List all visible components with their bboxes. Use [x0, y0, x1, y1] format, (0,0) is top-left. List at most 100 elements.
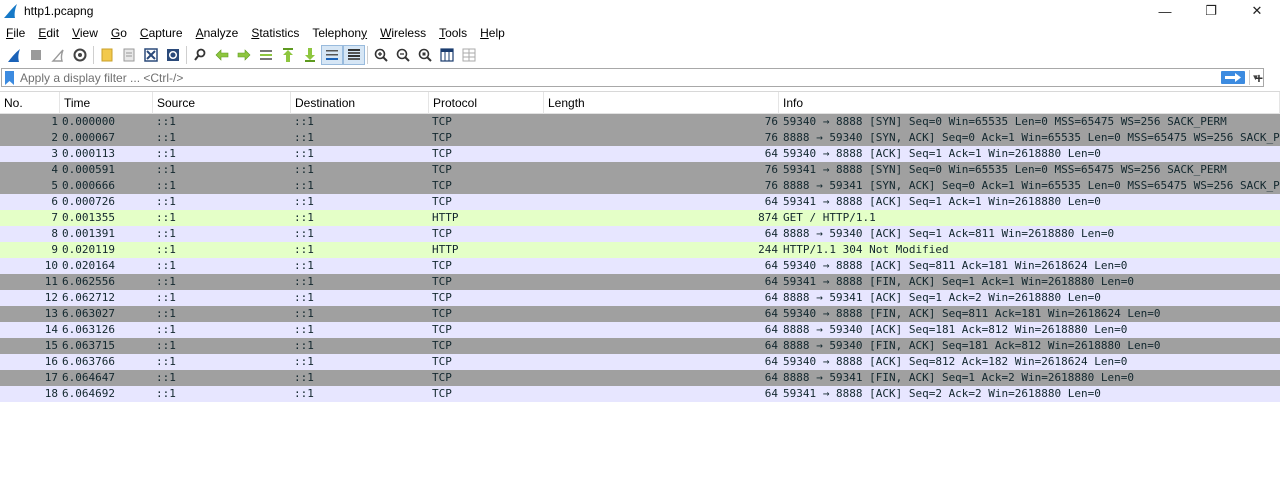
column-header-no[interactable]: No. — [0, 92, 60, 114]
layout-panes-button[interactable] — [458, 45, 480, 65]
packet-source-cell: ::1 — [156, 211, 176, 224]
go-back-button[interactable] — [211, 45, 233, 65]
restart-capture-button[interactable] — [47, 45, 69, 65]
packet-row[interactable]: 3 0.000113::1::1 TCP 64 59340 → 8888 [ACK] S… — [0, 146, 1280, 162]
packet-row[interactable]: 6 0.000726::1::1 TCP 64 59341 → 8888 [ACK] S… — [0, 194, 1280, 210]
apply-filter-button[interactable] — [1221, 71, 1245, 84]
packet-source-cell: ::1 — [156, 323, 176, 336]
packet-info-cell: 8888 → 59340 [ACK] Seq=1 Ack=811 Win=261… — [783, 227, 1115, 240]
toolbar-separator — [93, 46, 94, 64]
plus-icon: + — [1254, 69, 1264, 86]
packet-no-cell: 1 — [51, 115, 58, 128]
packet-row[interactable]: 16 6.063766::1::1 TCP 64 59340 → 8888 [ACK] … — [0, 354, 1280, 370]
zoom-in-button[interactable] — [370, 45, 392, 65]
menu-item[interactable]: Wireless — [373, 26, 432, 40]
resize-columns-button[interactable] — [436, 45, 458, 65]
close-file-button[interactable] — [140, 45, 162, 65]
packet-no-cell: 17 — [44, 371, 58, 384]
packet-row[interactable]: 18 6.064692::1::1 TCP 64 59341 → 8888 [ACK] … — [0, 386, 1280, 402]
find-packet-button[interactable] — [189, 45, 211, 65]
open-file-button[interactable] — [96, 45, 118, 65]
save-file-button[interactable] — [118, 45, 140, 65]
packet-destination-cell: ::1 — [294, 163, 314, 176]
zoom-in-icon — [374, 48, 388, 62]
packet-length-cell: 64 — [764, 291, 778, 304]
menu-item[interactable]: View — [65, 26, 104, 40]
menu-item[interactable]: Tools — [432, 26, 473, 40]
zoom-reset-icon — [418, 48, 432, 62]
zoom-out-icon — [396, 48, 410, 62]
packet-time-cell: 0.000067 — [62, 131, 115, 144]
packet-destination-cell: ::1 — [294, 259, 314, 272]
display-filter-input[interactable] — [16, 69, 1221, 86]
packet-protocol-cell: TCP — [432, 307, 452, 320]
go-forward-button[interactable] — [233, 45, 255, 65]
window-title: http1.pcapng — [24, 4, 94, 18]
column-header-time[interactable]: Time — [60, 92, 153, 114]
bookmark-icon — [4, 70, 14, 85]
first-packet-button[interactable] — [277, 45, 299, 65]
column-header-protocol[interactable]: Protocol — [429, 92, 544, 114]
packet-info-cell: 59341 → 8888 [ACK] Seq=1 Ack=1 Win=26188… — [783, 195, 1101, 208]
packet-row[interactable]: 12 6.062712::1::1 TCP 64 8888 → 59341 [ACK] … — [0, 290, 1280, 306]
menu-item[interactable]: Capture — [133, 26, 189, 40]
packet-row[interactable]: 1 0.000000::1::1 TCP 76 59340 → 8888 [SYN] S… — [0, 114, 1280, 130]
reload-file-button[interactable] — [162, 45, 184, 65]
packet-source-cell: ::1 — [156, 163, 176, 176]
menu-item-label: ireless — [391, 25, 427, 40]
menu-item[interactable]: Edit — [31, 26, 65, 40]
packet-no-cell: 4 — [51, 163, 58, 176]
column-header-destination[interactable]: Destination — [291, 92, 429, 114]
packet-row[interactable]: 15 6.063715::1::1 TCP 64 8888 → 59340 [FIN, … — [0, 338, 1280, 354]
column-header-source[interactable]: Source — [153, 92, 291, 114]
packet-list[interactable]: No. Time Source Destination Protocol Len… — [0, 91, 1280, 502]
packet-no-cell: 16 — [44, 355, 58, 368]
packet-destination-cell: ::1 — [294, 307, 314, 320]
packet-info-cell: 8888 → 59341 [SYN, ACK] Seq=0 Ack=1 Win=… — [783, 179, 1280, 192]
capture-options-button[interactable] — [69, 45, 91, 65]
stop-capture-button[interactable] — [25, 45, 47, 65]
menu-item[interactable]: Statistics — [244, 26, 305, 40]
packet-info-cell: 59340 → 8888 [SYN] Seq=0 Win=65535 Len=0… — [783, 115, 1227, 128]
packet-protocol-cell: TCP — [432, 115, 452, 128]
packet-rows: 1 0.000000::1::1 TCP 76 59340 → 8888 [SYN] S… — [0, 114, 1280, 402]
menu-item[interactable]: Analyze — [189, 26, 245, 40]
autoscroll-button[interactable] — [321, 45, 343, 65]
colorize-button[interactable] — [343, 45, 365, 65]
last-packet-button[interactable] — [299, 45, 321, 65]
packet-info-cell: 8888 → 59340 [SYN, ACK] Seq=0 Ack=1 Win=… — [783, 131, 1280, 144]
packet-row[interactable]: 10 0.020164::1::1 TCP 64 59340 → 8888 [ACK] … — [0, 258, 1280, 274]
packet-row[interactable]: 11 6.062556::1::1 TCP 64 59341 → 8888 [FIN, … — [0, 274, 1280, 290]
restore-button[interactable]: ❐ — [1188, 0, 1234, 22]
close-button[interactable]: ✕ — [1234, 0, 1280, 22]
packet-row[interactable]: 9 0.020119::1::1 HTTP 244 HTTP/1.1 304 Not M… — [0, 242, 1280, 258]
column-header-info[interactable]: Info — [779, 92, 1280, 114]
menu-item[interactable]: Help — [473, 26, 511, 40]
add-filter-button[interactable]: + — [1252, 69, 1266, 86]
packet-info-cell: 59341 → 8888 [SYN] Seq=0 Win=65535 Len=0… — [783, 163, 1227, 176]
column-header-length[interactable]: Length — [544, 92, 779, 114]
packet-row[interactable]: 2 0.000067::1::1 TCP 76 8888 → 59340 [SYN, A… — [0, 130, 1280, 146]
zoom-out-button[interactable] — [392, 45, 414, 65]
menu-item[interactable]: Go — [104, 26, 133, 40]
packet-row[interactable]: 4 0.000591::1::1 TCP 76 59341 → 8888 [SYN] S… — [0, 162, 1280, 178]
packet-no-cell: 13 — [44, 307, 58, 320]
menu-item[interactable]: File — [0, 26, 31, 40]
normal-size-button[interactable] — [414, 45, 436, 65]
packet-row[interactable]: 13 6.063027::1::1 TCP 64 59340 → 8888 [FIN, … — [0, 306, 1280, 322]
packet-source-cell: ::1 — [156, 371, 176, 384]
save-file-icon — [123, 48, 135, 62]
packet-row[interactable]: 17 6.064647::1::1 TCP 64 8888 → 59341 [FIN, … — [0, 370, 1280, 386]
start-capture-button[interactable] — [3, 45, 25, 65]
filter-bookmark-button[interactable] — [2, 69, 16, 86]
menu-item[interactable]: Telephony — [305, 26, 373, 40]
packet-row[interactable]: 8 0.001391::1::1 TCP 64 8888 → 59340 [ACK] S… — [0, 226, 1280, 242]
packet-destination-cell: ::1 — [294, 147, 314, 160]
minimize-button[interactable]: — — [1142, 0, 1188, 22]
packet-row[interactable]: 7 0.001355::1::1 HTTP 874 GET / HTTP/1.1 — [0, 210, 1280, 226]
go-to-packet-button[interactable] — [255, 45, 277, 65]
colorize-lines-icon — [348, 49, 360, 60]
reload-icon — [167, 49, 179, 61]
packet-row[interactable]: 14 6.063126::1::1 TCP 64 8888 → 59340 [ACK] … — [0, 322, 1280, 338]
packet-row[interactable]: 5 0.000666::1::1 TCP 76 8888 → 59341 [SYN, A… — [0, 178, 1280, 194]
